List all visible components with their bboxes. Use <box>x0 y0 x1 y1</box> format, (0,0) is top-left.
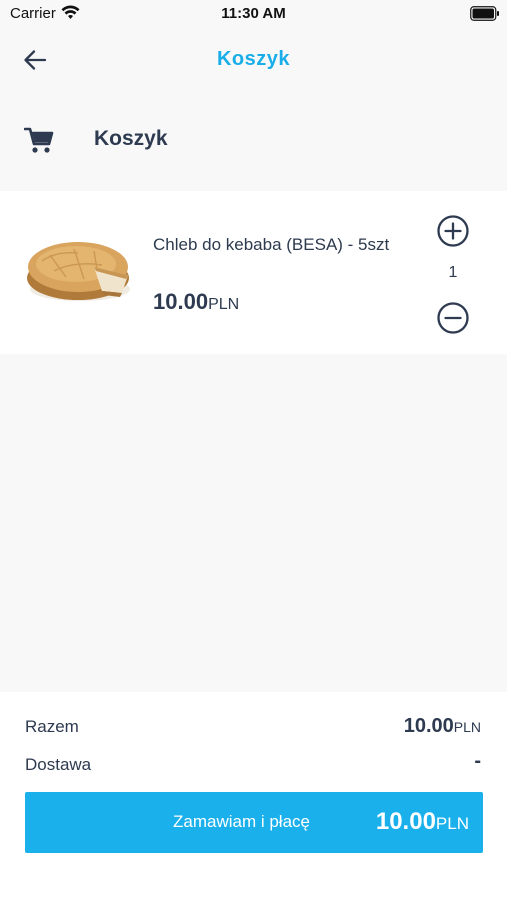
section-header: Koszyk <box>0 110 507 172</box>
order-summary: Razem 10.00PLN Dostawa - Zamawiam i płac… <box>0 692 507 900</box>
nav-bar: Koszyk <box>0 30 507 90</box>
order-button-amount: 10.00 <box>375 808 436 835</box>
total-currency: PLN <box>453 719 481 735</box>
section-title: Koszyk <box>94 127 168 150</box>
order-button-label: Zamawiam i płacę <box>173 812 310 831</box>
total-amount: 10.00 <box>403 715 454 737</box>
item-price: 10.00PLN <box>153 289 239 315</box>
total-value: 10.00PLN <box>404 715 481 738</box>
cart-icon <box>24 127 54 153</box>
cart-item: Chleb do kebaba (BESA) - 5szt 10.00PLN 1 <box>0 191 507 354</box>
delivery-value: - <box>474 750 481 772</box>
battery-icon <box>470 6 499 21</box>
order-button-currency: PLN <box>435 814 469 833</box>
item-price-amount: 10.00 <box>153 289 209 314</box>
status-bar: Carrier 11:30 AM <box>0 0 507 30</box>
status-time: 11:30 AM <box>221 5 286 22</box>
total-label: Razem <box>25 717 79 736</box>
increase-quantity-button[interactable] <box>435 213 471 249</box>
item-price-currency: PLN <box>208 296 240 313</box>
quantity-value: 1 <box>448 264 458 281</box>
decrease-quantity-button[interactable] <box>435 300 471 336</box>
delivery-label: Dostawa <box>25 755 92 774</box>
order-and-pay-button[interactable]: Zamawiam i płacę 10.00PLN <box>25 792 483 853</box>
minus-circle-icon <box>437 302 469 334</box>
bread-image <box>27 242 130 301</box>
item-name[interactable]: Chleb do kebaba (BESA) - 5szt <box>153 231 413 259</box>
page-title: Koszyk <box>216 48 291 70</box>
order-button-price: 10.00PLN <box>376 808 469 836</box>
plus-circle-icon <box>437 215 469 247</box>
